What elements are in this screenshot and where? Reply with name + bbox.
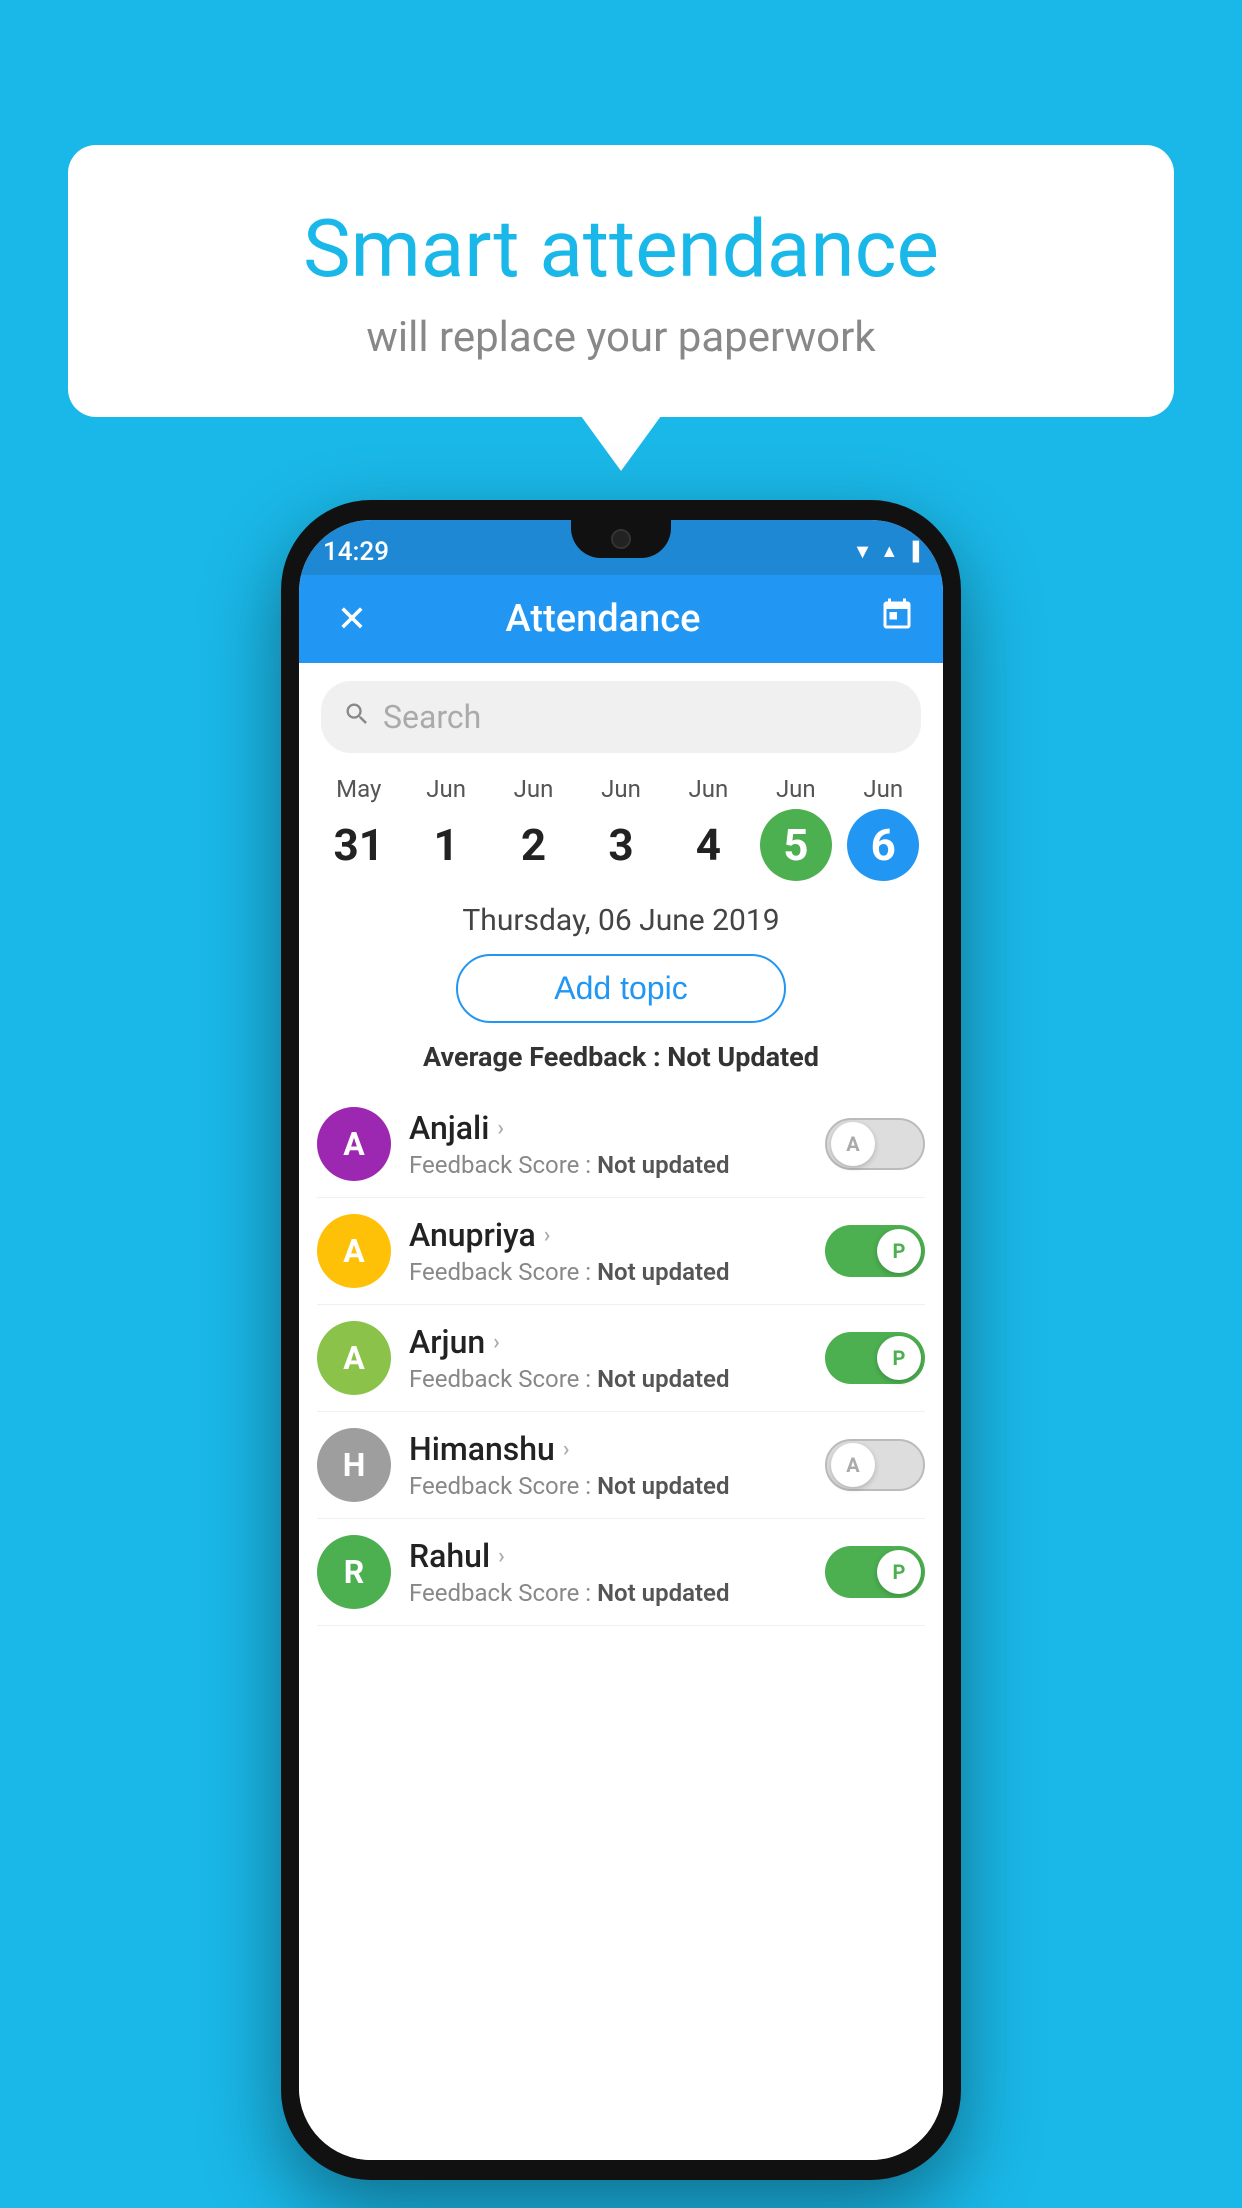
speech-bubble-subtitle: will replace your paperwork — [148, 313, 1094, 362]
chevron-icon: › — [498, 1544, 505, 1569]
chevron-icon: › — [497, 1116, 504, 1141]
student-score: Feedback Score : Not updated — [409, 1365, 807, 1393]
attendance-toggle[interactable]: A — [825, 1439, 925, 1491]
battery-icon: ▐ — [906, 541, 919, 562]
app-content: Search May31Jun1Jun2Jun3Jun4Jun5Jun6 Thu… — [299, 663, 943, 2160]
wifi-icon: ▼ — [853, 539, 873, 564]
speech-bubble-tail — [581, 416, 661, 471]
student-item[interactable]: A Arjun › Feedback Score : Not updated P — [317, 1305, 925, 1412]
chevron-icon: › — [493, 1330, 500, 1355]
calendar-day-5[interactable]: Jun5 — [756, 775, 836, 881]
search-icon — [343, 700, 371, 735]
add-topic-button[interactable]: Add topic — [456, 954, 786, 1023]
calendar-day-31[interactable]: May31 — [319, 775, 399, 881]
student-name: Arjun › — [409, 1323, 807, 1361]
app-header: ✕ Attendance — [299, 575, 943, 663]
status-icons: ▼ ▲ ▐ — [853, 531, 919, 564]
search-bar[interactable]: Search — [321, 681, 921, 753]
calendar-day-2[interactable]: Jun2 — [494, 775, 574, 881]
student-info: Anjali › Feedback Score : Not updated — [409, 1109, 807, 1179]
chevron-icon: › — [563, 1437, 570, 1462]
student-name: Himanshu › — [409, 1430, 807, 1468]
add-topic-container: Add topic — [299, 954, 943, 1023]
search-placeholder: Search — [383, 698, 481, 736]
student-item[interactable]: H Himanshu › Feedback Score : Not updated A — [317, 1412, 925, 1519]
student-score: Feedback Score : Not updated — [409, 1472, 807, 1500]
calendar-day-3[interactable]: Jun3 — [581, 775, 661, 881]
student-info: Anupriya › Feedback Score : Not updated — [409, 1216, 807, 1286]
average-feedback: Average Feedback : Not Updated — [299, 1041, 943, 1073]
student-name: Rahul › — [409, 1537, 807, 1575]
speech-bubble-title: Smart attendance — [148, 205, 1094, 293]
student-item[interactable]: A Anupriya › Feedback Score : Not updated P — [317, 1198, 925, 1305]
signal-icon: ▲ — [880, 541, 898, 562]
attendance-toggle[interactable]: P — [825, 1332, 925, 1384]
attendance-toggle[interactable]: A — [825, 1118, 925, 1170]
selected-date: Thursday, 06 June 2019 — [299, 903, 943, 938]
student-name: Anupriya › — [409, 1216, 807, 1254]
chevron-icon: › — [544, 1223, 551, 1248]
avg-feedback-label: Average Feedback : — [423, 1041, 661, 1073]
attendance-toggle[interactable]: P — [825, 1546, 925, 1598]
student-list: AAnjali ›Feedback Score : Not updatedAAA… — [299, 1091, 943, 1626]
speech-bubble: Smart attendance will replace your paper… — [68, 145, 1174, 417]
student-info: Himanshu › Feedback Score : Not updated — [409, 1430, 807, 1500]
student-info: Rahul › Feedback Score : Not updated — [409, 1537, 807, 1607]
student-avatar: R — [317, 1535, 391, 1609]
student-score: Feedback Score : Not updated — [409, 1258, 807, 1286]
student-item[interactable]: A Anjali › Feedback Score : Not updated A — [317, 1091, 925, 1198]
status-time: 14:29 — [323, 529, 389, 567]
app-title: Attendance — [327, 597, 879, 641]
student-avatar: H — [317, 1428, 391, 1502]
student-score: Feedback Score : Not updated — [409, 1579, 807, 1607]
calendar-day-6[interactable]: Jun6 — [843, 775, 923, 881]
student-name: Anjali › — [409, 1109, 807, 1147]
student-avatar: A — [317, 1214, 391, 1288]
phone-screen: 14:29 ▼ ▲ ▐ ✕ Attendance — [299, 520, 943, 2160]
calendar-strip: May31Jun1Jun2Jun3Jun4Jun5Jun6 — [299, 765, 943, 891]
phone-notch — [571, 520, 671, 558]
phone-mockup: 14:29 ▼ ▲ ▐ ✕ Attendance — [281, 500, 961, 2180]
student-info: Arjun › Feedback Score : Not updated — [409, 1323, 807, 1393]
student-avatar: A — [317, 1107, 391, 1181]
calendar-day-1[interactable]: Jun1 — [406, 775, 486, 881]
avg-feedback-value: Not Updated — [667, 1041, 819, 1073]
calendar-icon[interactable] — [879, 597, 915, 641]
student-avatar: A — [317, 1321, 391, 1395]
calendar-day-4[interactable]: Jun4 — [668, 775, 748, 881]
attendance-toggle[interactable]: P — [825, 1225, 925, 1277]
student-item[interactable]: R Rahul › Feedback Score : Not updated P — [317, 1519, 925, 1626]
student-score: Feedback Score : Not updated — [409, 1151, 807, 1179]
phone-camera — [611, 529, 631, 549]
